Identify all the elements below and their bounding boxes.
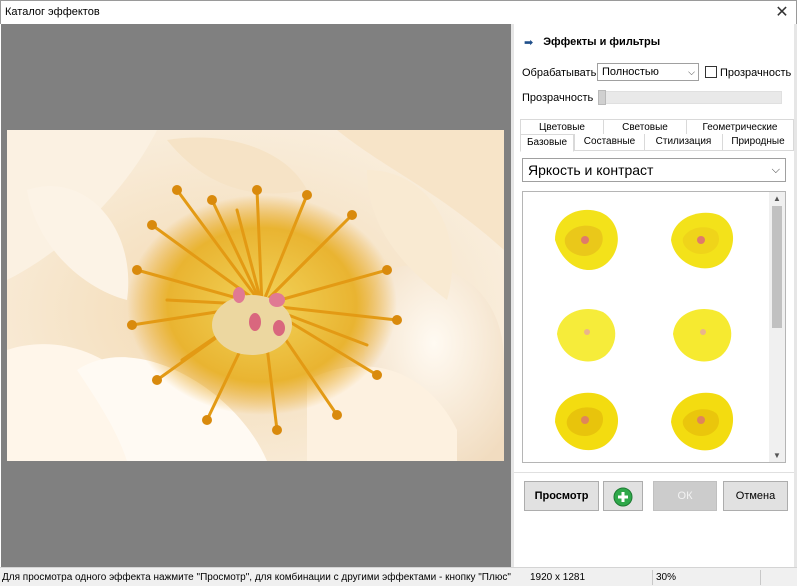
tab-geometric[interactable]: Геометрические <box>686 119 794 135</box>
tab-light[interactable]: Световые <box>603 119 686 135</box>
effect-thumbnail[interactable] <box>661 380 741 460</box>
scroll-up-icon[interactable]: ▲ <box>769 194 785 203</box>
status-zoom: 30% <box>656 572 677 583</box>
effect-select-value: Яркость и контраст <box>528 162 654 178</box>
effects-panel: ➡ Эффекты и фильтры Обрабатывать Полност… <box>514 24 796 567</box>
tab-color[interactable]: Цветовые <box>520 119 603 135</box>
preview-image <box>7 130 504 461</box>
window-title: Каталог эффектов <box>5 6 100 18</box>
transparency-slider-label: Прозрачность <box>522 92 594 104</box>
scrollbar-thumb[interactable] <box>772 206 782 328</box>
transparency-slider[interactable] <box>598 91 782 104</box>
close-icon[interactable]: ✕ <box>772 3 792 23</box>
status-hint: Для просмотра одного эффекта нажмите "Пр… <box>2 572 511 583</box>
effect-thumbnail[interactable] <box>545 380 625 460</box>
thumbnails-scrollbar[interactable]: ▲ ▼ <box>769 192 785 462</box>
status-bar: Для просмотра одного эффекта нажмите "Пр… <box>0 567 797 586</box>
tabs-front-row: Базовые Составные Стилизация Природные <box>520 134 794 152</box>
panel-header: ➡ Эффекты и фильтры <box>524 35 660 49</box>
scroll-down-icon[interactable]: ▼ <box>769 451 785 460</box>
tab-basic[interactable]: Базовые <box>520 134 574 152</box>
preview-button[interactable]: Просмотр <box>524 481 599 511</box>
tab-composite[interactable]: Составные <box>574 134 644 150</box>
panel-header-label: Эффекты и фильтры <box>543 36 661 48</box>
status-separator <box>760 570 761 585</box>
transparency-slider-thumb[interactable] <box>598 90 606 105</box>
effect-thumbnail[interactable] <box>661 200 741 280</box>
transparency-checkbox-label: Прозрачность <box>720 67 792 79</box>
process-label: Обрабатывать <box>522 67 597 79</box>
plus-circle-icon <box>613 487 633 507</box>
effect-thumbnails: ▲ ▼ <box>522 191 786 463</box>
transparency-checkbox[interactable] <box>705 66 717 78</box>
effect-select[interactable]: Яркость и контраст ⌵ <box>522 158 786 182</box>
effect-thumbnail[interactable] <box>545 294 625 374</box>
status-separator <box>652 570 653 585</box>
buttons-divider <box>514 472 796 473</box>
effect-thumbnail[interactable] <box>545 200 625 280</box>
chevron-down-icon: ⌵ <box>688 67 695 77</box>
process-select-value: Полностью <box>602 66 659 78</box>
effect-thumbnail[interactable] <box>661 294 741 374</box>
ok-button[interactable]: ОК <box>653 481 717 511</box>
cancel-button[interactable]: Отмена <box>723 481 788 511</box>
tab-stylization[interactable]: Стилизация <box>644 134 722 150</box>
chevron-down-icon: ⌵ <box>771 164 780 176</box>
add-effect-button[interactable] <box>603 481 643 511</box>
preview-area <box>1 24 511 567</box>
tabs-back-row: Цветовые Световые Геометрические <box>520 119 794 135</box>
tab-natural[interactable]: Природные <box>722 134 794 150</box>
arrow-right-icon: ➡ <box>524 36 534 49</box>
title-bar: Каталог эффектов ✕ <box>0 0 797 24</box>
status-image-size: 1920 x 1281 <box>530 572 586 583</box>
process-select[interactable]: Полностью ⌵ <box>597 63 699 81</box>
